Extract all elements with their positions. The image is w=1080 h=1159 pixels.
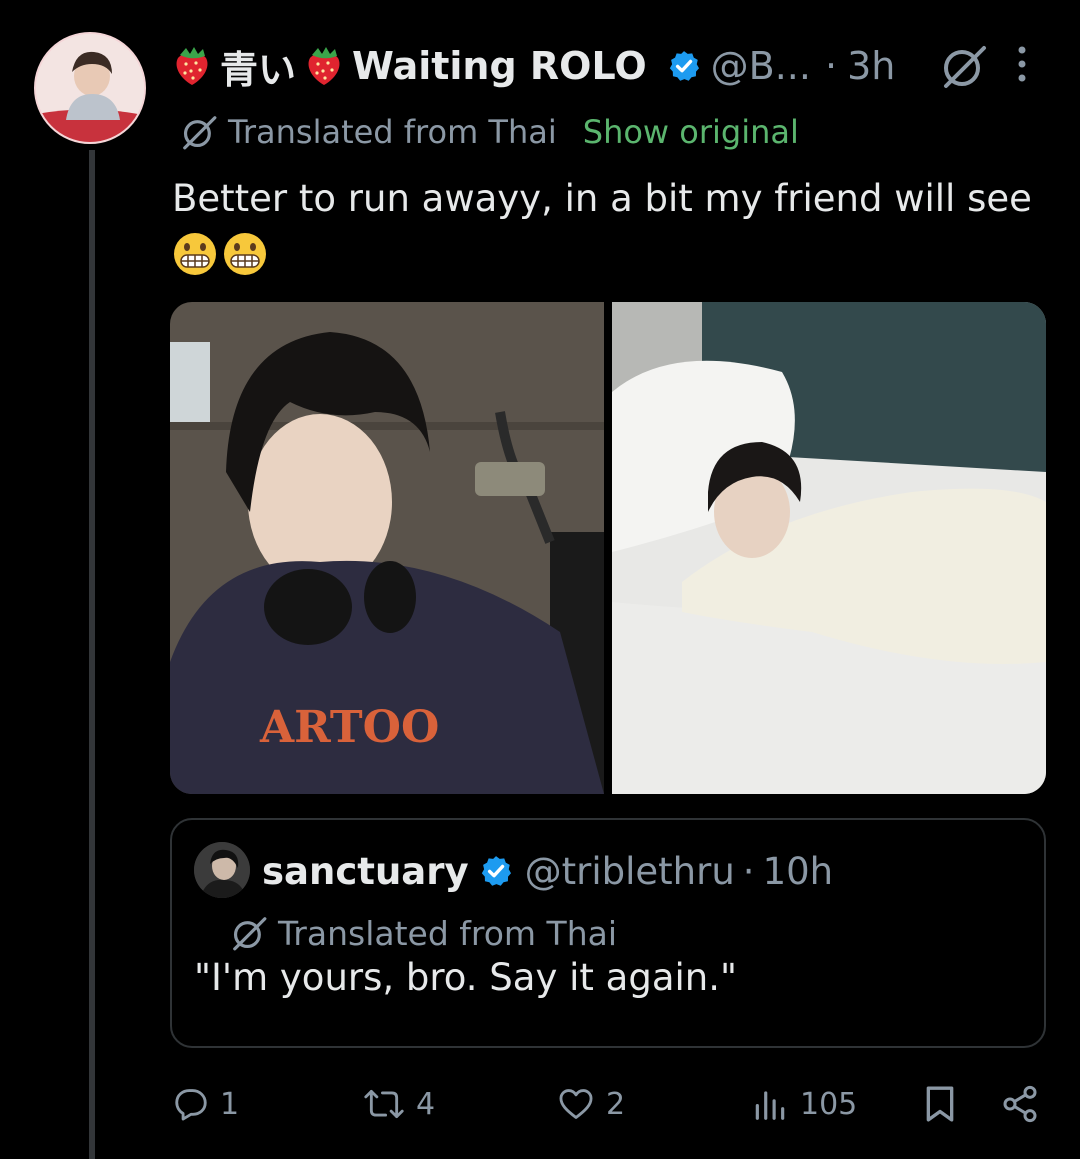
like-icon (559, 1089, 593, 1119)
quoted-avatar-photo (194, 842, 250, 898)
translate-icon (233, 917, 267, 951)
tweet-emojis (172, 231, 268, 277)
repost-button[interactable]: 4 (362, 1080, 435, 1128)
grimacing-face-emoji (224, 233, 266, 275)
author-avatar[interactable] (34, 32, 146, 144)
author-name[interactable]: 青い Waiting ROLO (172, 39, 655, 94)
bookmark-icon (926, 1086, 954, 1122)
verified-badge-icon[interactable] (479, 854, 513, 888)
grok-icon[interactable] (940, 42, 988, 90)
quoted-tweet[interactable]: sanctuary @triblethru · 10h Translated f… (170, 818, 1046, 1048)
verified-badge-icon[interactable] (667, 49, 701, 83)
separator-dot: · (824, 44, 838, 88)
more-icon[interactable] (1012, 44, 1032, 84)
quoted-translated-label: Translated from Thai (278, 913, 618, 953)
author-handle[interactable]: @B... (711, 44, 811, 88)
media-photo-1[interactable]: ARTOO (170, 302, 604, 794)
quoted-author-name[interactable]: sanctuary (262, 850, 469, 893)
show-original-link[interactable]: Show original (583, 113, 799, 151)
views-button[interactable]: 105 (750, 1080, 857, 1128)
photo-selfie: ARTOO (170, 302, 604, 794)
translated-label: Translated from Thai (228, 113, 557, 151)
photo-bed (612, 302, 1046, 794)
repost-count: 4 (416, 1086, 436, 1122)
tweet-text: Better to run awayy, in a bit my friend … (172, 177, 1032, 220)
strawberry-icon (308, 47, 340, 85)
share-icon (1003, 1085, 1037, 1123)
translate-icon (183, 116, 217, 150)
views-icon (755, 1091, 785, 1120)
separator-dot: · (742, 849, 755, 893)
avatar-photo (36, 34, 144, 142)
bookmark-button[interactable] (922, 1080, 958, 1128)
reply-button[interactable]: 1 (172, 1080, 239, 1128)
media-photo-2[interactable] (612, 302, 1046, 794)
share-button[interactable] (1000, 1080, 1040, 1128)
tweet-header: 青い Waiting ROLO @B... · 3h (172, 38, 895, 94)
reply-count: 1 (220, 1086, 240, 1122)
quoted-tweet-text: "I'm yours, bro. Say it again." (194, 956, 738, 999)
quoted-author-handle[interactable]: @triblethru (525, 850, 735, 893)
media-grid: ARTOO (170, 302, 1046, 794)
author-name-suffix: Waiting ROLO (352, 44, 647, 88)
repost-icon (364, 1089, 404, 1119)
translated-notice: Translated from Thai Show original (180, 112, 799, 152)
quoted-tweet-time[interactable]: 10h (763, 850, 834, 893)
reply-icon (175, 1089, 207, 1121)
svg-text:ARTOO: ARTOO (259, 702, 439, 753)
quoted-tweet-header: sanctuary @triblethru · 10h (262, 846, 833, 896)
quoted-translated-notice: Translated from Thai (230, 912, 617, 954)
like-count: 2 (606, 1086, 626, 1122)
author-name-text: 青い (220, 47, 297, 92)
like-button[interactable]: 2 (556, 1080, 625, 1128)
action-bar: 1 4 2 105 (170, 1080, 1046, 1128)
strawberry-icon (176, 47, 208, 85)
tweet-time[interactable]: 3h (847, 44, 895, 88)
views-count: 105 (800, 1086, 858, 1122)
grimacing-face-emoji (174, 233, 216, 275)
quoted-author-avatar[interactable] (194, 842, 250, 898)
thread-line (89, 150, 95, 1159)
